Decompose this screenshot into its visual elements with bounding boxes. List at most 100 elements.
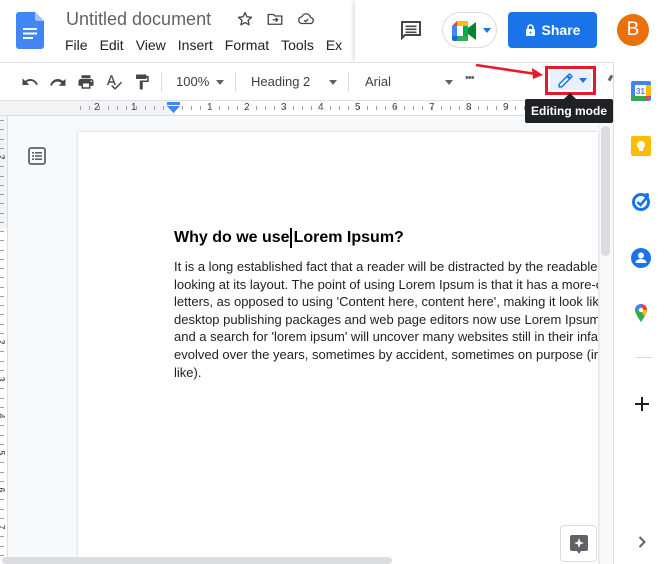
redo-icon[interactable]	[49, 73, 67, 91]
vertical-ruler-tick	[0, 536, 4, 537]
paragraph-style-select[interactable]: Heading 2	[251, 74, 310, 89]
move-to-folder-icon[interactable]	[266, 10, 284, 28]
menu-file[interactable]: File	[65, 37, 88, 55]
pencil-icon	[558, 73, 573, 88]
zoom-caret-icon[interactable]	[216, 80, 224, 85]
ruler-tick	[80, 106, 81, 110]
font-caret-icon[interactable]	[445, 80, 453, 85]
ruler-tick	[210, 106, 211, 110]
ruler-tick	[293, 106, 294, 110]
ruler-tick	[487, 106, 488, 110]
show-side-panel-chevron-icon[interactable]	[632, 532, 652, 552]
paint-format-icon[interactable]	[133, 73, 151, 91]
ruler-tick	[469, 106, 470, 110]
style-caret-icon[interactable]	[329, 80, 337, 85]
explore-sparkle-icon	[570, 535, 588, 554]
vertical-ruler-tick	[0, 388, 4, 389]
vertical-ruler-tick	[0, 379, 4, 380]
menu-format[interactable]: Format	[225, 37, 269, 55]
ruler-tick	[422, 106, 423, 110]
horizontal-scrollbar-thumb[interactable]	[2, 557, 392, 564]
account-avatar[interactable]: B	[617, 14, 649, 46]
ruler-tick	[256, 106, 257, 110]
vertical-scrollbar-thumb[interactable]	[601, 126, 610, 256]
comments-icon[interactable]	[400, 20, 422, 40]
ruler-tick	[321, 106, 322, 110]
ruler-tick	[302, 106, 303, 110]
calendar-icon[interactable]: 31	[631, 81, 651, 101]
ruler-tick	[478, 106, 479, 110]
document-title[interactable]: Untitled document	[66, 9, 211, 30]
ruler-tick	[395, 106, 396, 110]
menu-bar: File Edit View Insert Format Tools Ex	[65, 37, 354, 55]
vertical-ruler: 2 2 3 4 5 6 7	[0, 116, 8, 564]
docs-logo-icon[interactable]	[16, 12, 44, 49]
ruler-tick	[163, 106, 164, 110]
menu-insert[interactable]: Insert	[178, 37, 213, 55]
meet-button[interactable]	[442, 12, 497, 48]
vertical-ruler-tick	[0, 472, 4, 473]
share-button[interactable]: Share	[508, 12, 597, 48]
undo-icon[interactable]	[21, 73, 39, 91]
lock-icon	[525, 24, 535, 36]
contacts-icon[interactable]	[631, 248, 651, 268]
vertical-ruler-tick	[0, 129, 4, 130]
vertical-ruler-tick	[0, 527, 4, 528]
vertical-ruler-tick	[0, 157, 4, 158]
vertical-ruler-tick	[0, 240, 4, 241]
explore-button[interactable]	[560, 525, 597, 562]
text-cursor	[290, 228, 292, 248]
star-icon[interactable]	[236, 10, 254, 28]
menu-tools[interactable]: Tools	[281, 37, 314, 55]
keep-icon[interactable]	[631, 136, 651, 156]
menu-view[interactable]: View	[136, 37, 166, 55]
menu-extensions[interactable]: Ex	[326, 37, 342, 55]
editing-mode-button[interactable]	[545, 66, 596, 95]
vertical-ruler-tick	[0, 148, 4, 149]
vertical-ruler-tick	[0, 176, 4, 177]
maps-icon[interactable]	[631, 303, 651, 323]
document-body[interactable]: It is a long established fact that a rea…	[174, 258, 598, 383]
menu-edit[interactable]: Edit	[100, 37, 124, 55]
vertical-ruler-tick	[0, 361, 4, 362]
document-heading[interactable]: Why do we use Lorem Ipsum?	[174, 229, 404, 247]
vertical-ruler-tick	[0, 490, 4, 491]
vertical-ruler-tick	[0, 287, 4, 288]
vertical-ruler-tick	[0, 194, 4, 195]
vertical-ruler-tick	[0, 305, 4, 306]
horizontal-ruler: 2 1 1 2 3 4 5 6 7 8 9	[0, 100, 618, 116]
vertical-ruler-tick	[0, 453, 4, 454]
document-outline-icon[interactable]	[28, 147, 46, 165]
vertical-ruler-tick	[0, 222, 4, 223]
ruler-tick	[200, 106, 201, 110]
ruler-tick	[496, 106, 497, 110]
body-line: It is a long established fact that a rea…	[174, 259, 598, 274]
ruler-tick	[311, 106, 312, 110]
vertical-ruler-tick	[0, 435, 4, 436]
font-select[interactable]: Arial	[365, 74, 391, 89]
ruler-tick	[432, 106, 433, 110]
vertical-ruler-tick	[0, 481, 4, 482]
add-addon-icon[interactable]	[632, 394, 652, 414]
cloud-saved-icon[interactable]	[297, 10, 315, 28]
ruler-tick	[182, 106, 183, 110]
tasks-icon[interactable]	[631, 191, 651, 211]
ruler-tick	[126, 106, 127, 110]
vertical-ruler-tick	[0, 203, 4, 204]
ruler-tick	[228, 106, 229, 110]
ruler-tick	[89, 106, 90, 110]
spellcheck-icon[interactable]	[105, 73, 123, 91]
vertical-ruler-tick	[0, 518, 4, 519]
print-icon[interactable]	[77, 73, 95, 91]
editing-mode-caret-icon	[579, 78, 587, 83]
header-actions: Share B	[355, 0, 665, 62]
ruler-tick	[145, 106, 146, 110]
editing-mode-tooltip: Editing mode	[525, 99, 613, 123]
indent-marker[interactable]	[167, 102, 180, 114]
editing-mode-selector[interactable]	[550, 71, 591, 90]
body-line: letters, as opposed to using 'Content he…	[174, 294, 598, 310]
ruler-tick	[330, 106, 331, 110]
more-options-button[interactable]: •••	[465, 72, 475, 84]
toolbar-divider	[235, 72, 236, 92]
zoom-select[interactable]: 100%	[176, 74, 209, 89]
